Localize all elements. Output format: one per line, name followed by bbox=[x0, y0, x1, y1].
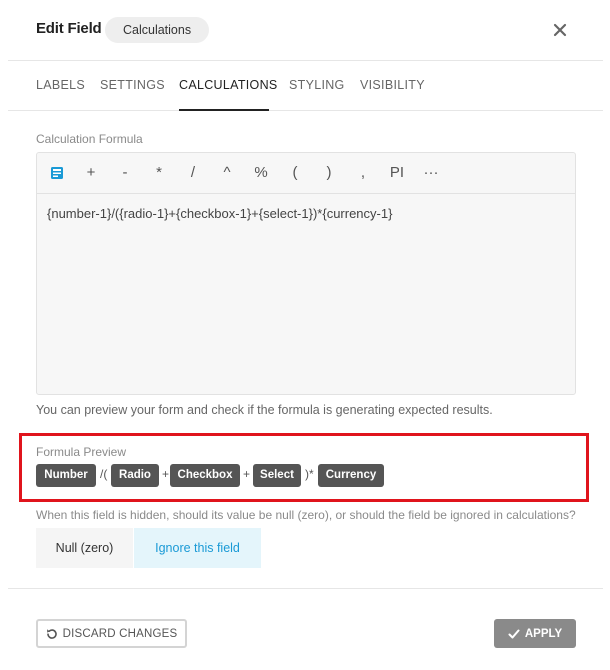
close-paren-button[interactable]: ) bbox=[319, 163, 339, 183]
tab-settings[interactable]: SETTINGS bbox=[100, 78, 165, 92]
footer-divider bbox=[8, 588, 603, 589]
divide-button[interactable]: / bbox=[183, 163, 203, 183]
token-chip-number: Number bbox=[36, 464, 96, 487]
tab-bar: LABELS SETTINGS CALCULATIONS STYLING VIS… bbox=[8, 60, 603, 111]
token-operator: )* bbox=[305, 467, 314, 481]
undo-icon bbox=[46, 628, 58, 640]
open-paren-button[interactable]: ( bbox=[285, 163, 305, 183]
active-tab-indicator bbox=[179, 109, 269, 111]
ignore-field-option[interactable]: Ignore this field bbox=[134, 528, 261, 568]
token-operator: + bbox=[243, 467, 251, 481]
token-operator: /( bbox=[100, 467, 108, 481]
discard-changes-button[interactable]: DISCARD CHANGES bbox=[36, 619, 187, 648]
formula-editor[interactable]: + - * / ^ % ( ) , PI ··· {number-1}/({ra… bbox=[36, 152, 576, 395]
apply-button[interactable]: APPLY bbox=[494, 619, 576, 648]
hidden-behavior-question: When this field is hidden, should its va… bbox=[36, 508, 576, 522]
apply-label: APPLY bbox=[524, 627, 563, 640]
multiply-button[interactable]: * bbox=[149, 163, 169, 183]
discard-changes-label: DISCARD CHANGES bbox=[62, 627, 178, 640]
formula-preview-box: Formula Preview Number /( Radio + Checkb… bbox=[19, 433, 589, 502]
modal-header: Edit Field Calculations bbox=[0, 0, 610, 60]
insert-field-icon[interactable] bbox=[47, 163, 67, 183]
tab-calculations[interactable]: CALCULATIONS bbox=[179, 78, 278, 92]
power-button[interactable]: ^ bbox=[217, 163, 237, 183]
modal-title: Edit Field bbox=[36, 20, 102, 37]
minus-button[interactable]: - bbox=[115, 163, 135, 183]
tab-styling[interactable]: STYLING bbox=[289, 78, 345, 92]
tab-labels[interactable]: LABELS bbox=[36, 78, 85, 92]
tab-visibility[interactable]: VISIBILITY bbox=[360, 78, 425, 92]
formula-toolbar: + - * / ^ % ( ) , PI ··· bbox=[37, 153, 575, 194]
pi-button[interactable]: PI bbox=[385, 163, 409, 183]
field-type-badge: Calculations bbox=[105, 17, 210, 43]
plus-button[interactable]: + bbox=[81, 163, 101, 183]
token-chip-radio: Radio bbox=[111, 464, 159, 487]
comma-button[interactable]: , bbox=[353, 163, 373, 183]
check-icon bbox=[508, 628, 520, 640]
formula-preview-label: Formula Preview bbox=[36, 445, 127, 459]
calculation-formula-label: Calculation Formula bbox=[36, 132, 143, 146]
more-icon[interactable]: ··· bbox=[421, 163, 441, 183]
token-chip-select: Select bbox=[253, 464, 301, 487]
preview-hint: You can preview your form and check if t… bbox=[36, 403, 493, 417]
token-chip-checkbox: Checkbox bbox=[170, 464, 240, 487]
token-operator: + bbox=[162, 467, 170, 481]
null-zero-option[interactable]: Null (zero) bbox=[36, 528, 133, 568]
formula-text[interactable]: {number-1}/({radio-1}+{checkbox-1}+{sele… bbox=[47, 206, 392, 221]
token-chip-currency: Currency bbox=[318, 464, 384, 487]
percent-button[interactable]: % bbox=[251, 163, 271, 183]
close-icon[interactable] bbox=[550, 20, 570, 40]
